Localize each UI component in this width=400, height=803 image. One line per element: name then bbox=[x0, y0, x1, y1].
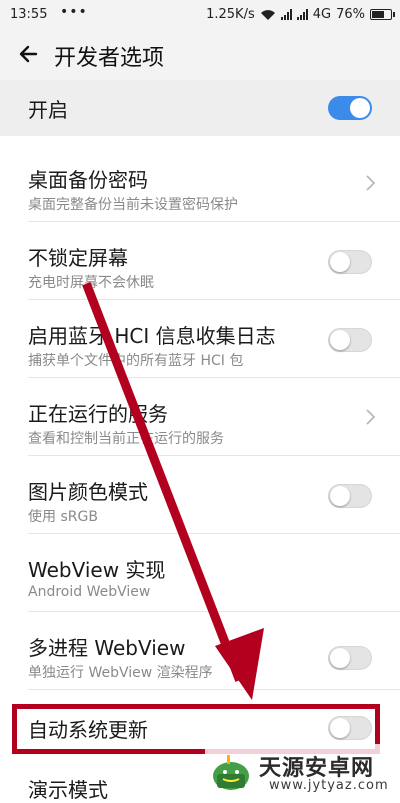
setting-subtitle: 桌面完整备份当前未设置密码保护 bbox=[28, 197, 238, 213]
setting-subtitle: 使用 sRGB bbox=[28, 509, 98, 525]
setting-title: 不锁定屏幕 bbox=[28, 246, 128, 270]
auto-update-toggle[interactable] bbox=[328, 716, 372, 740]
setting-bluetooth-hci-log[interactable]: 启用蓝牙 HCI 信息收集日志 捕获单个文件中的所有蓝牙 HCI 包 bbox=[0, 300, 400, 378]
battery-percent: 76% bbox=[336, 7, 365, 22]
network-type: 4G bbox=[312, 7, 332, 22]
setting-running-services[interactable]: 正在运行的服务 查看和控制当前正在运行的服务 bbox=[0, 378, 400, 456]
divider bbox=[28, 689, 400, 690]
setting-title: 多进程 WebView bbox=[28, 636, 186, 660]
setting-subtitle: 捕获单个文件中的所有蓝牙 HCI 包 bbox=[28, 353, 244, 369]
setting-subtitle: Android WebView bbox=[28, 584, 151, 600]
toggle-knob bbox=[330, 330, 350, 350]
toggle-knob bbox=[330, 718, 350, 738]
toggle-knob bbox=[330, 648, 350, 668]
multiprocess-webview-toggle[interactable] bbox=[328, 646, 372, 670]
watermark-url: www.jytyaz.com bbox=[269, 778, 389, 793]
chevron-right-icon bbox=[366, 409, 376, 425]
status-bar: 13:55 ••• 1.25K/s 4G 76% bbox=[0, 0, 400, 30]
master-label: 开启 bbox=[28, 98, 68, 122]
toggle-knob bbox=[350, 98, 370, 118]
setting-subtitle: 单独运行 WebView 渲染程序 bbox=[28, 665, 213, 681]
battery-icon bbox=[370, 9, 395, 20]
bluetooth-hci-toggle[interactable] bbox=[328, 328, 372, 352]
wifi-icon bbox=[260, 9, 275, 20]
site-watermark: 天源安卓网 www.jytyaz.com bbox=[205, 744, 400, 800]
toggle-knob bbox=[330, 486, 350, 506]
chevron-right-icon bbox=[366, 175, 376, 191]
setting-webview-implementation[interactable]: WebView 实现 Android WebView bbox=[0, 534, 400, 612]
status-right: 1.25K/s 4G 76% bbox=[206, 7, 395, 22]
notification-dots: ••• bbox=[60, 4, 88, 20]
toggle-knob bbox=[330, 252, 350, 272]
setting-title: 自动系统更新 bbox=[28, 718, 148, 742]
setting-title: 图片颜色模式 bbox=[28, 480, 148, 504]
setting-subtitle: 查看和控制当前正在运行的服务 bbox=[28, 431, 224, 447]
signal-4g-icon bbox=[296, 9, 308, 20]
setting-desktop-backup-password[interactable]: 桌面备份密码 桌面完整备份当前未设置密码保护 bbox=[0, 144, 400, 222]
signal-icon bbox=[280, 9, 292, 20]
setting-title: 正在运行的服务 bbox=[28, 402, 168, 426]
stay-awake-toggle[interactable] bbox=[328, 250, 372, 274]
status-time: 13:55 bbox=[10, 7, 48, 22]
setting-title: 桌面备份密码 bbox=[28, 168, 148, 192]
color-mode-toggle[interactable] bbox=[328, 484, 372, 508]
setting-subtitle: 充电时屏幕不会休眠 bbox=[28, 275, 154, 291]
page-title: 开发者选项 bbox=[54, 46, 165, 71]
setting-title: WebView 实现 bbox=[28, 558, 166, 582]
back-arrow-icon[interactable] bbox=[14, 39, 44, 69]
app-bar: 开发者选项 bbox=[0, 30, 400, 80]
setting-picture-color-mode[interactable]: 图片颜色模式 使用 sRGB bbox=[0, 456, 400, 534]
network-speed: 1.25K/s bbox=[206, 7, 255, 22]
developer-options-master-row[interactable]: 开启 bbox=[0, 80, 400, 136]
setting-title: 启用蓝牙 HCI 信息收集日志 bbox=[28, 324, 276, 348]
setting-title: 演示模式 bbox=[28, 778, 108, 802]
setting-multiprocess-webview[interactable]: 多进程 WebView 单独运行 WebView 渲染程序 bbox=[0, 612, 400, 690]
android-logo-icon bbox=[213, 755, 249, 790]
battery-fill bbox=[372, 11, 384, 18]
master-toggle[interactable] bbox=[328, 96, 372, 120]
setting-stay-awake[interactable]: 不锁定屏幕 充电时屏幕不会休眠 bbox=[0, 222, 400, 300]
